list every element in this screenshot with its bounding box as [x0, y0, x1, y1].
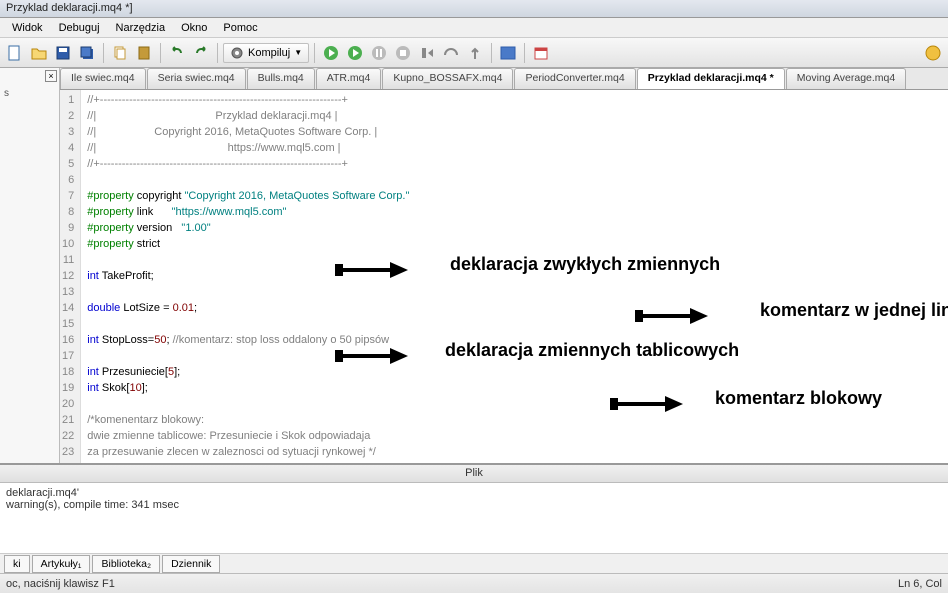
- line-gutter: 1234567891011121314151617181920212223: [60, 90, 81, 463]
- pause-icon[interactable]: [368, 42, 390, 64]
- bottom-tabs: kiArtykuły₁Biblioteka₂Dziennik: [0, 553, 948, 573]
- file-tab[interactable]: PeriodConverter.mq4: [514, 68, 635, 89]
- toolbar-separator: [103, 43, 104, 63]
- menu-okno[interactable]: Okno: [173, 20, 215, 36]
- close-icon[interactable]: ×: [45, 70, 57, 82]
- toolbar-separator: [524, 43, 525, 63]
- file-tab[interactable]: Kupno_BOSSAFX.mq4: [382, 68, 513, 89]
- output-panel: Plik deklaracji.mq4' warning(s), compile…: [0, 463, 948, 558]
- dropdown-arrow-icon: ▼: [294, 48, 302, 57]
- file-tab[interactable]: Moving Average.mq4: [786, 68, 906, 89]
- title-bar: Przyklad deklaracji.mq4 *]: [0, 0, 948, 18]
- toolbar-separator: [314, 43, 315, 63]
- annotation-label: deklaracja zwykłych zmiennych: [450, 254, 720, 275]
- menu-debuguj[interactable]: Debuguj: [51, 20, 108, 36]
- run-icon[interactable]: [320, 42, 342, 64]
- toolbar: Kompiluj ▼: [0, 38, 948, 68]
- paste-icon[interactable]: [133, 42, 155, 64]
- menu-widok[interactable]: Widok: [4, 20, 51, 36]
- gear-icon: [230, 46, 244, 60]
- bottom-tab[interactable]: ki: [4, 555, 30, 573]
- step-over-icon[interactable]: [440, 42, 462, 64]
- play-icon[interactable]: [344, 42, 366, 64]
- step-icon[interactable]: [416, 42, 438, 64]
- toolbar-separator: [160, 43, 161, 63]
- file-tab[interactable]: Ile swiec.mq4: [60, 68, 146, 89]
- file-tab[interactable]: Bulls.mq4: [247, 68, 315, 89]
- status-help: oc, naciśnij klawisz F1: [6, 578, 115, 590]
- file-tab[interactable]: Przyklad deklaracji.mq4 *: [637, 68, 785, 89]
- terminal-icon[interactable]: [497, 42, 519, 64]
- status-bar: oc, naciśnij klawisz F1 Ln 6, Col: [0, 573, 948, 593]
- output-line: deklaracji.mq4': [6, 487, 942, 499]
- compile-button[interactable]: Kompiluj ▼: [223, 43, 309, 63]
- output-line: warning(s), compile time: 341 msec: [6, 499, 942, 511]
- navigator-panel: × s: [0, 68, 60, 463]
- undo-icon[interactable]: [166, 42, 188, 64]
- save-icon[interactable]: [52, 42, 74, 64]
- open-folder-icon[interactable]: [28, 42, 50, 64]
- menu-narzędzia[interactable]: Narzędzia: [108, 20, 174, 36]
- code-editor[interactable]: 1234567891011121314151617181920212223 //…: [60, 90, 948, 463]
- bottom-tab[interactable]: Artykuły₁: [32, 555, 91, 573]
- copy-icon[interactable]: [109, 42, 131, 64]
- bottom-tab[interactable]: Biblioteka₂: [92, 555, 160, 573]
- file-tab[interactable]: ATR.mq4: [316, 68, 382, 89]
- new-file-icon[interactable]: [4, 42, 26, 64]
- step-out-icon[interactable]: [464, 42, 486, 64]
- menu-bar: WidokDebugujNarzędziaOknoPomoc: [0, 18, 948, 38]
- status-position: Ln 6, Col: [898, 578, 942, 590]
- compile-label: Kompiluj: [248, 47, 290, 59]
- toolbar-separator: [491, 43, 492, 63]
- toolbar-separator: [217, 43, 218, 63]
- stop-icon[interactable]: [392, 42, 414, 64]
- bottom-tab[interactable]: Dziennik: [162, 555, 220, 573]
- help-icon[interactable]: [922, 42, 944, 64]
- annotation-label: deklaracja zmiennych tablicowych: [445, 340, 739, 361]
- annotation-label: komentarz blokowy: [715, 388, 882, 409]
- output-header[interactable]: Plik: [0, 465, 948, 483]
- editor-tabs: Ile swiec.mq4Seria swiec.mq4Bulls.mq4ATR…: [60, 68, 948, 90]
- file-tab[interactable]: Seria swiec.mq4: [147, 68, 246, 89]
- save-all-icon[interactable]: [76, 42, 98, 64]
- annotation-label: komentarz w jednej linii: [760, 300, 948, 321]
- calendar-icon[interactable]: [530, 42, 552, 64]
- menu-pomoc[interactable]: Pomoc: [215, 20, 265, 36]
- redo-icon[interactable]: [190, 42, 212, 64]
